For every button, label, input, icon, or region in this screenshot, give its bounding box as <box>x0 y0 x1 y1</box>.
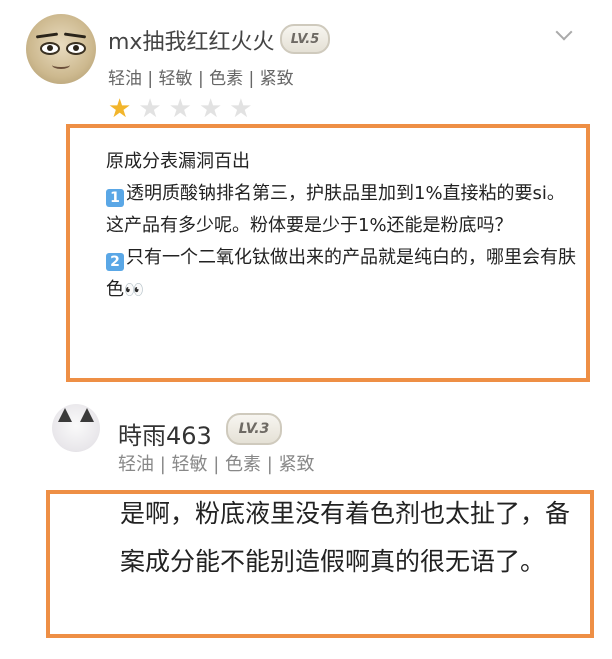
avatar-mouth <box>52 61 70 69</box>
username[interactable]: 時雨463 <box>118 416 212 451</box>
avatar-ear <box>80 408 94 422</box>
eyes-icon: 👀 <box>124 280 144 299</box>
star-icon: ★ <box>168 94 192 124</box>
avatar-eye <box>66 42 86 55</box>
star-icon: ★ <box>198 94 223 124</box>
star-icon: ★ <box>108 94 132 124</box>
avatar-eye <box>40 42 60 55</box>
keycap-two-icon: 2 <box>106 253 124 271</box>
skin-tags: 轻油 | 轻敏 | 色素 | 紧致 <box>118 454 315 475</box>
comment-line: 2 只有一个二氧化钛做出来的产品就是纯白的，哪里会有肤色👀 <box>106 242 576 306</box>
star-rating: ★ ★ ★ ★ ★ <box>108 96 253 122</box>
chevron-down-icon[interactable] <box>555 23 573 41</box>
comment-body: 是啊，粉底液里没有着色剂也太扯了，备案成分能不能别造假啊真的很无语了。 <box>120 499 571 576</box>
comment-body: 原成分表漏洞百出 1 透明质酸钠排名第三，护肤品里加到1%直接粘的要si。这产品有… <box>106 146 576 306</box>
comment-line: 原成分表漏洞百出 <box>106 151 250 172</box>
avatar-brow <box>63 32 87 39</box>
skin-tags: 轻油 | 轻敏 | 色素 | 紧致 <box>108 69 294 89</box>
star-icon: ★ <box>138 94 162 124</box>
avatar[interactable] <box>52 404 100 452</box>
keycap-one-icon: 1 <box>106 189 124 207</box>
level-badge: LV.3 <box>226 413 282 445</box>
comment-line: 1 透明质酸钠排名第三，护肤品里加到1%直接粘的要si。这产品有多少呢。粉体要是少… <box>106 178 576 242</box>
avatar[interactable] <box>26 14 96 84</box>
comment-line-text: 只有一个二氧化钛做出来的产品就是纯白的，哪里会有肤色 <box>106 247 576 300</box>
level-badge: LV.5 <box>280 24 330 54</box>
avatar-brow <box>35 32 59 39</box>
username[interactable]: mx抽我红红火火 <box>108 24 274 56</box>
avatar-ear <box>58 408 72 422</box>
star-icon: ★ <box>229 94 253 124</box>
comment-line-text: 透明质酸钠排名第三，护肤品里加到1%直接粘的要si。这产品有多少呢。粉体要是少于… <box>106 183 565 236</box>
